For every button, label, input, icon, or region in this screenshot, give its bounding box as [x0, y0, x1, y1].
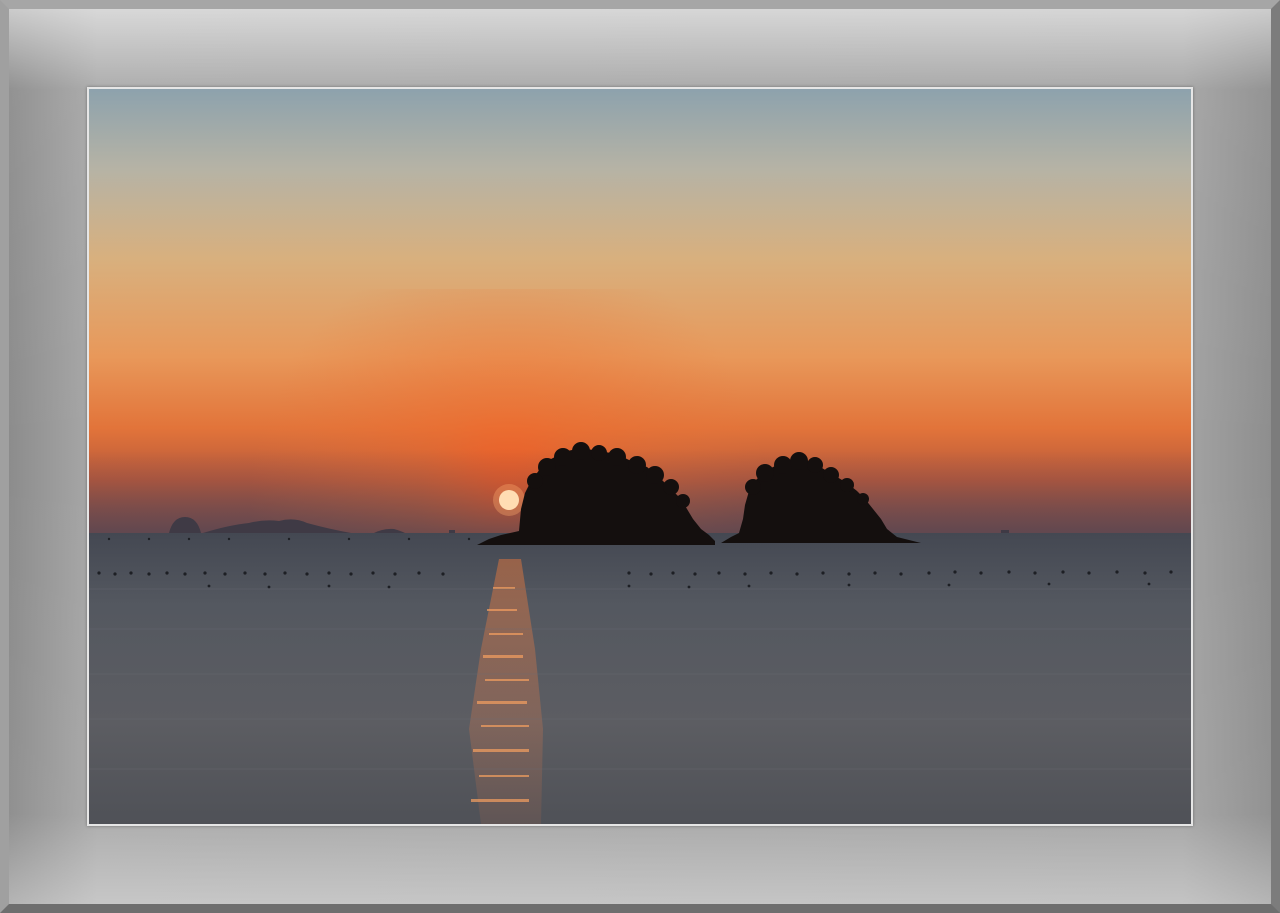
sea	[89, 533, 1191, 824]
photo-mat	[87, 87, 1193, 826]
sunset-photo	[89, 89, 1191, 824]
